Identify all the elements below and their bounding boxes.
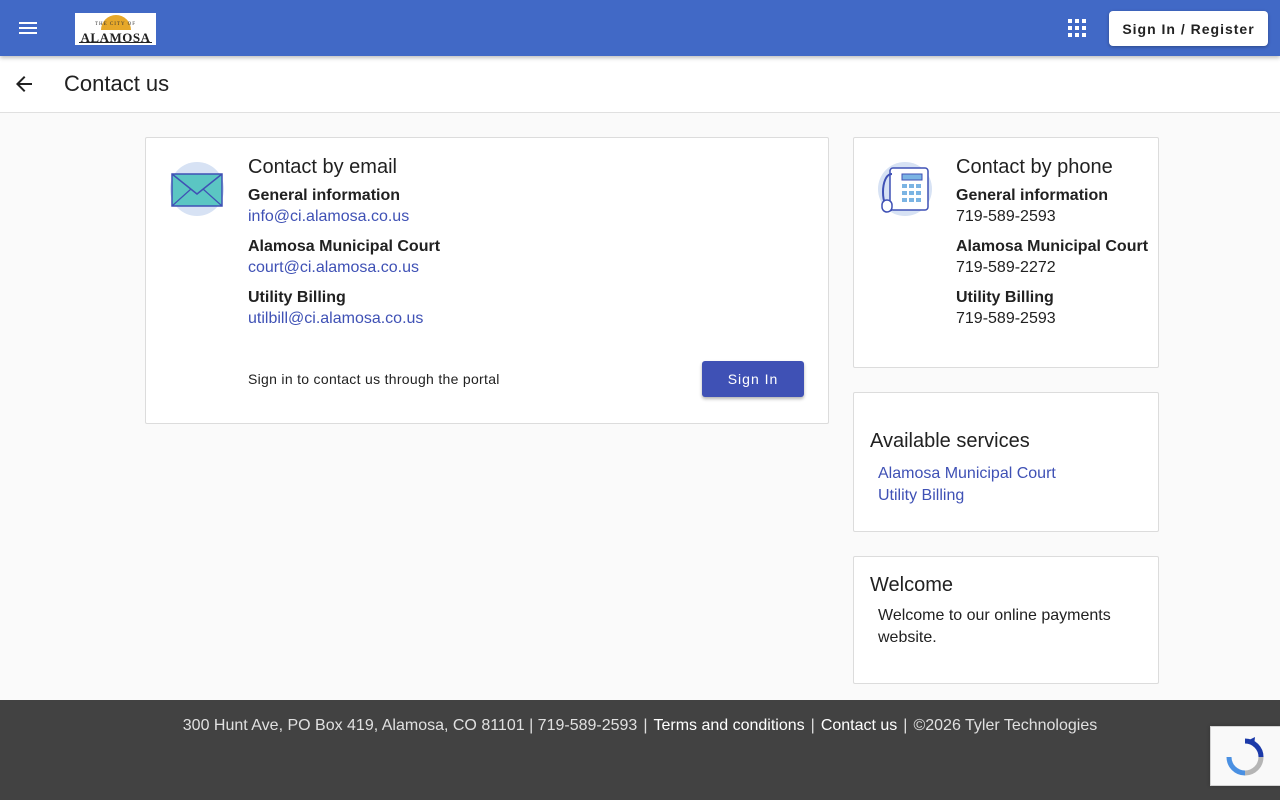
email-link-court[interactable]: court@ci.alamosa.co.us [248, 259, 419, 277]
welcome-message: Welcome to our online payments website. [878, 607, 1111, 646]
city-logo[interactable]: THE CITY OF ALAMOSA [75, 13, 156, 45]
email-link-general[interactable]: info@ci.alamosa.co.us [248, 208, 409, 226]
email-card-title: Contact by email [248, 156, 397, 178]
email-label-general: General information [248, 187, 401, 204]
page-title-bar: Contact us [0, 56, 1280, 113]
sign-in-register-button[interactable]: Sign In / Register [1109, 11, 1268, 46]
available-services-card: Available services Alamosa Municipal Cou… [853, 392, 1159, 532]
email-label-utility: Utility Billing [248, 289, 346, 306]
footer-copyright: ©2026 Tyler Technologies [913, 717, 1098, 734]
footer-separator: | [810, 717, 815, 734]
contact-by-email-card: Contact by email General information inf… [145, 137, 829, 424]
sign-in-button[interactable]: Sign In [702, 361, 804, 397]
welcome-card-title: Welcome [870, 574, 953, 596]
phone-number-utility: 719-589-2593 [956, 310, 1056, 327]
apps-grid-icon[interactable] [1068, 19, 1086, 37]
phone-number-general: 719-589-2593 [956, 208, 1056, 225]
phone-card-title: Contact by phone [956, 156, 1113, 178]
email-link-utility[interactable]: utilbill@ci.alamosa.co.us [248, 310, 423, 328]
footer: 300 Hunt Ave, PO Box 419, Alamosa, CO 81… [0, 700, 1280, 800]
hamburger-menu-icon[interactable] [16, 16, 40, 40]
phone-number-court: 719-589-2272 [956, 259, 1056, 276]
contact-by-phone-card: Contact by phone General information 719… [853, 137, 1159, 368]
footer-address: 300 Hunt Ave, PO Box 419, Alamosa, CO 81… [182, 717, 638, 734]
service-link-court[interactable]: Alamosa Municipal Court [878, 465, 1056, 483]
footer-line: 300 Hunt Ave, PO Box 419, Alamosa, CO 81… [0, 717, 1280, 735]
telephone-icon [878, 162, 932, 216]
services-card-title: Available services [870, 430, 1030, 452]
terms-and-conditions-link[interactable]: Terms and conditions [653, 717, 804, 734]
top-app-bar: THE CITY OF ALAMOSA Sign In / Register [0, 0, 1280, 56]
service-link-utility[interactable]: Utility Billing [878, 487, 964, 505]
phone-label-general: General information [956, 187, 1109, 204]
footer-separator: | [903, 717, 908, 734]
recaptcha-badge[interactable] [1210, 726, 1280, 786]
welcome-card: Welcome Welcome to our online payments w… [853, 556, 1159, 684]
page-title: Contact us [64, 71, 170, 96]
email-label-court: Alamosa Municipal Court [248, 238, 441, 255]
portal-sign-in-text: Sign in to contact us through the portal [248, 371, 500, 387]
envelope-icon [170, 162, 224, 216]
footer-separator: | [643, 717, 648, 734]
phone-label-court: Alamosa Municipal Court [956, 238, 1149, 255]
logo-arc-text: THE CITY OF [94, 22, 137, 27]
recaptcha-icon [1226, 737, 1264, 776]
arrow-left-icon[interactable] [12, 72, 36, 96]
phone-label-utility: Utility Billing [956, 289, 1054, 306]
contact-us-link[interactable]: Contact us [821, 717, 897, 734]
logo-underline [79, 42, 152, 43]
